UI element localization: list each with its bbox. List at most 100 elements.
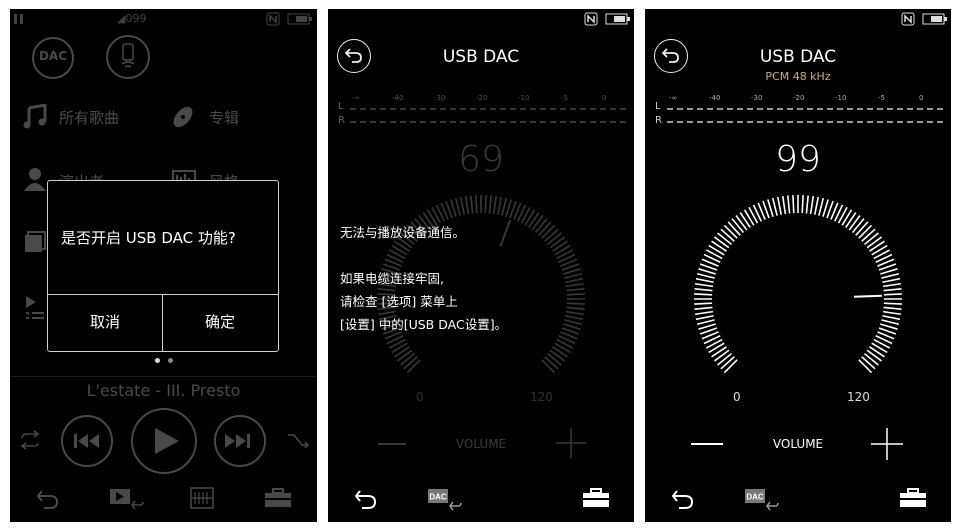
cancel-button[interactable]: 取消 [48,294,162,351]
phone-button[interactable] [106,35,150,79]
error-message: 无法与播放设备通信。 如果电缆连接牢固, 请检查 [选项] 菜单上 [设置] 中… [340,221,507,336]
volume-up-button[interactable] [556,428,586,458]
dial-tick [565,282,584,288]
dial-tick [544,228,559,242]
volume-dial[interactable] [645,9,951,429]
dial-tick [696,272,715,279]
repeat-icon[interactable] [18,430,42,450]
dial-tick [881,272,900,279]
dial-tick [541,359,556,374]
error-line: 请检查 [选项] 菜单上 [340,294,458,309]
dial-tick [883,302,902,305]
dial-tick [848,214,861,231]
dial-tick [454,197,461,216]
dial-tick [771,197,778,216]
dial-tick [470,195,474,214]
dac-back-icon[interactable]: DAC [744,487,780,513]
dial-tick [813,196,820,215]
next-button[interactable] [214,415,266,467]
dial-tick [717,232,733,246]
previous-button[interactable] [61,415,113,467]
dial-tick [735,214,748,231]
previous-icon [74,434,99,448]
dac-back-icon[interactable]: DAC [427,487,463,513]
next-icon [225,434,250,448]
dial-tick [711,240,727,252]
back-icon[interactable] [354,487,378,509]
dial-tick [544,356,559,370]
toolbox-icon[interactable] [264,488,292,508]
dial-tick [394,346,410,358]
menu-item-all-songs[interactable]: 所有歌曲 [59,107,119,128]
dial-tick [861,356,876,370]
dial-tick [546,352,562,366]
dial-tick [464,196,470,215]
library-icon [24,231,46,253]
track-title: L'estate - III. Presto [86,381,241,400]
ok-button[interactable]: 确定 [163,294,277,351]
dial-tick [711,346,727,358]
dial-tick [883,306,902,310]
volume-label: VOLUME [455,437,507,451]
page-dot-active [154,358,160,363]
usb-dac-error-panel: USB DAC -∞ -40 -30 -20 -10 -5 0 L R 69 0… [328,9,634,522]
dial-tick [787,195,791,214]
dial-tick [406,359,421,374]
pause-status-icon [13,13,25,25]
dial-tick [694,293,713,296]
dial-tick [694,288,713,292]
dial-tick [720,356,735,370]
music-note-icon [23,104,47,130]
dial-tick [792,195,795,214]
error-line: 如果电缆连接牢固, [340,271,444,286]
dial-tick [538,221,552,236]
page-dot [167,358,173,363]
dial-tick [505,199,512,217]
keyboard-icon[interactable] [190,487,214,509]
dial-tick [528,212,540,228]
dac-button[interactable]: DAC [32,37,74,79]
dial-tick [695,282,714,288]
play-icon [155,428,179,454]
back-icon[interactable] [671,487,695,509]
dial-tick [501,197,508,216]
dial-tick [869,346,885,358]
dial-tick [488,195,492,214]
now-playing-back-icon[interactable] [109,487,145,511]
dial-tick [396,349,413,362]
scale-min: 0 [733,390,741,404]
album-icon [170,104,196,130]
dial-tick [866,349,883,362]
dial-tick [565,314,584,321]
dial-tick [492,196,498,215]
shuffle-icon[interactable] [286,430,310,450]
volume-up-button[interactable] [871,428,903,460]
dial-tick [552,346,568,358]
dial-tick [541,224,556,239]
volume-needle [853,294,882,298]
menu-item-albums[interactable]: 专辑 [209,107,239,128]
dial-tick [565,277,584,284]
divider [10,376,317,377]
dial-tick [845,212,857,228]
dial-tick [564,319,583,326]
dial-tick [739,212,751,228]
dial-tick [767,199,774,217]
dial-tick [475,195,478,214]
signal-status: ◢099 [117,12,147,25]
toolbox-icon[interactable] [899,488,927,508]
dial-tick [698,323,716,330]
dial-tick [866,236,883,249]
dial-tick [552,240,568,252]
volume-dial[interactable] [328,9,634,429]
toolbox-icon[interactable] [582,488,610,508]
dial-tick [403,356,418,370]
scale-max: 120 [847,390,870,404]
dial-tick [696,319,715,326]
volume-label: VOLUME [772,437,824,451]
back-icon[interactable] [36,487,60,509]
dial-tick [549,236,566,249]
error-line: 无法与播放设备通信。 [340,225,466,240]
dial-tick [566,302,585,305]
play-button[interactable] [131,408,197,474]
